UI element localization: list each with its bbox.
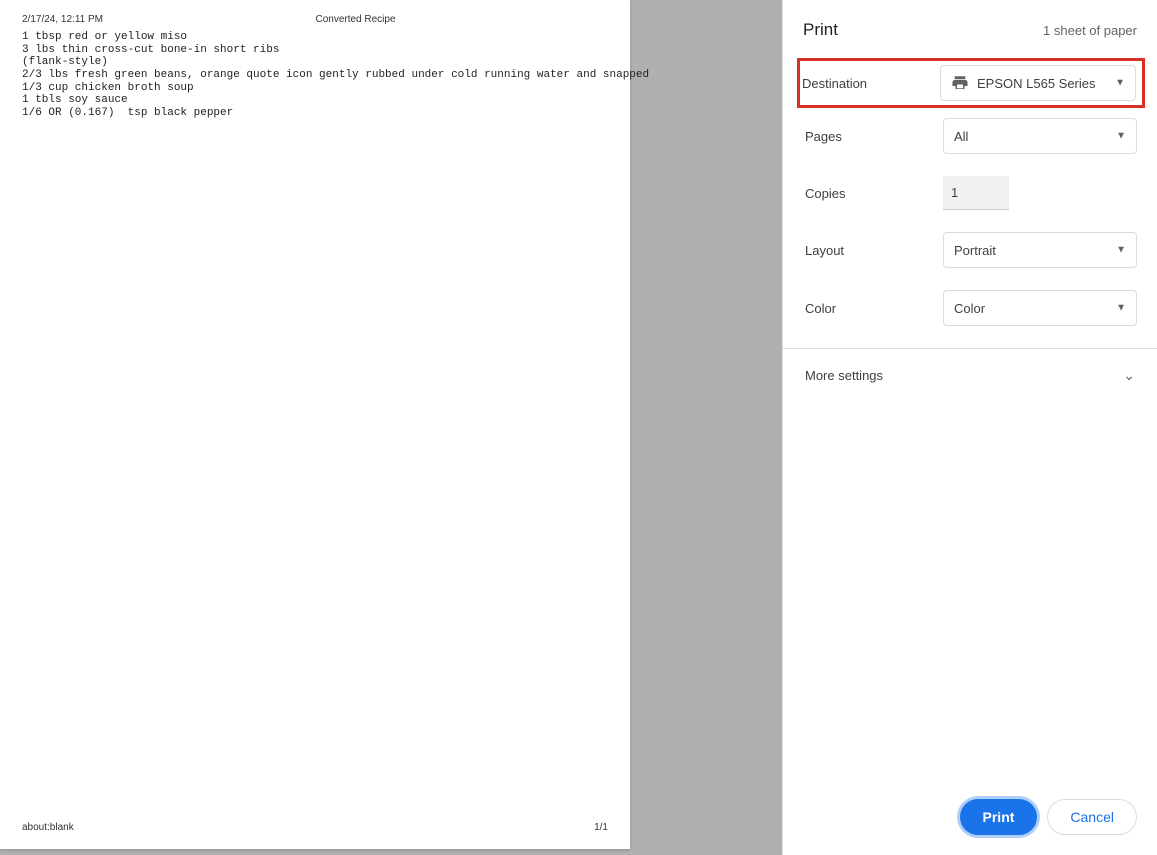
chevron-down-icon: ▼ bbox=[1115, 78, 1125, 89]
pages-select[interactable]: All ▼ bbox=[943, 118, 1137, 154]
destination-select[interactable]: EPSON L565 Series ▼ bbox=[940, 65, 1136, 101]
print-button[interactable]: Print bbox=[960, 799, 1038, 835]
page-header-center: Converted Recipe bbox=[103, 14, 608, 25]
footer-buttons: Print Cancel bbox=[783, 781, 1157, 855]
print-preview-area: 2/17/24, 12:11 PM Converted Recipe 1 tbs… bbox=[0, 0, 782, 855]
printer-icon bbox=[951, 74, 969, 92]
more-settings-label: More settings bbox=[805, 368, 883, 383]
page-footer: about:blank 1/1 bbox=[0, 822, 630, 833]
page-header: 2/17/24, 12:11 PM Converted Recipe bbox=[0, 0, 630, 25]
copies-row: Copies bbox=[803, 176, 1137, 210]
chevron-down-icon: ▼ bbox=[1116, 131, 1126, 142]
color-label: Color bbox=[803, 301, 943, 316]
print-sidebar: Print 1 sheet of paper Destination EPSON… bbox=[782, 0, 1157, 855]
pages-value: All bbox=[954, 129, 968, 144]
page-footer-right: 1/1 bbox=[594, 822, 608, 833]
color-row: Color Color ▼ bbox=[803, 290, 1137, 326]
page-footer-left: about:blank bbox=[22, 822, 74, 833]
pages-row: Pages All ▼ bbox=[803, 118, 1137, 154]
page-body: 1 tbsp red or yellow miso 3 lbs thin cro… bbox=[0, 25, 630, 119]
color-value: Color bbox=[954, 301, 985, 316]
color-select[interactable]: Color ▼ bbox=[943, 290, 1137, 326]
layout-value: Portrait bbox=[954, 243, 996, 258]
layout-select[interactable]: Portrait ▼ bbox=[943, 232, 1137, 268]
copies-label: Copies bbox=[803, 186, 943, 201]
pages-label: Pages bbox=[803, 129, 943, 144]
preview-page[interactable]: 2/17/24, 12:11 PM Converted Recipe 1 tbs… bbox=[0, 0, 630, 849]
destination-row-highlight: Destination EPSON L565 Series ▼ bbox=[797, 58, 1145, 108]
more-settings-toggle[interactable]: More settings ⌄ bbox=[803, 349, 1137, 402]
chevron-down-icon: ⌄ bbox=[1123, 367, 1135, 384]
destination-label: Destination bbox=[800, 76, 940, 91]
cancel-button[interactable]: Cancel bbox=[1047, 799, 1137, 835]
sheet-count: 1 sheet of paper bbox=[1043, 23, 1137, 38]
page-header-left: 2/17/24, 12:11 PM bbox=[22, 14, 103, 25]
copies-input[interactable] bbox=[943, 176, 1009, 210]
layout-row: Layout Portrait ▼ bbox=[803, 232, 1137, 268]
layout-label: Layout bbox=[803, 243, 943, 258]
sidebar-title: Print bbox=[803, 20, 838, 40]
destination-value: EPSON L565 Series bbox=[977, 76, 1096, 91]
sidebar-header: Print 1 sheet of paper bbox=[803, 20, 1137, 40]
chevron-down-icon: ▼ bbox=[1116, 303, 1126, 314]
chevron-down-icon: ▼ bbox=[1116, 245, 1126, 256]
